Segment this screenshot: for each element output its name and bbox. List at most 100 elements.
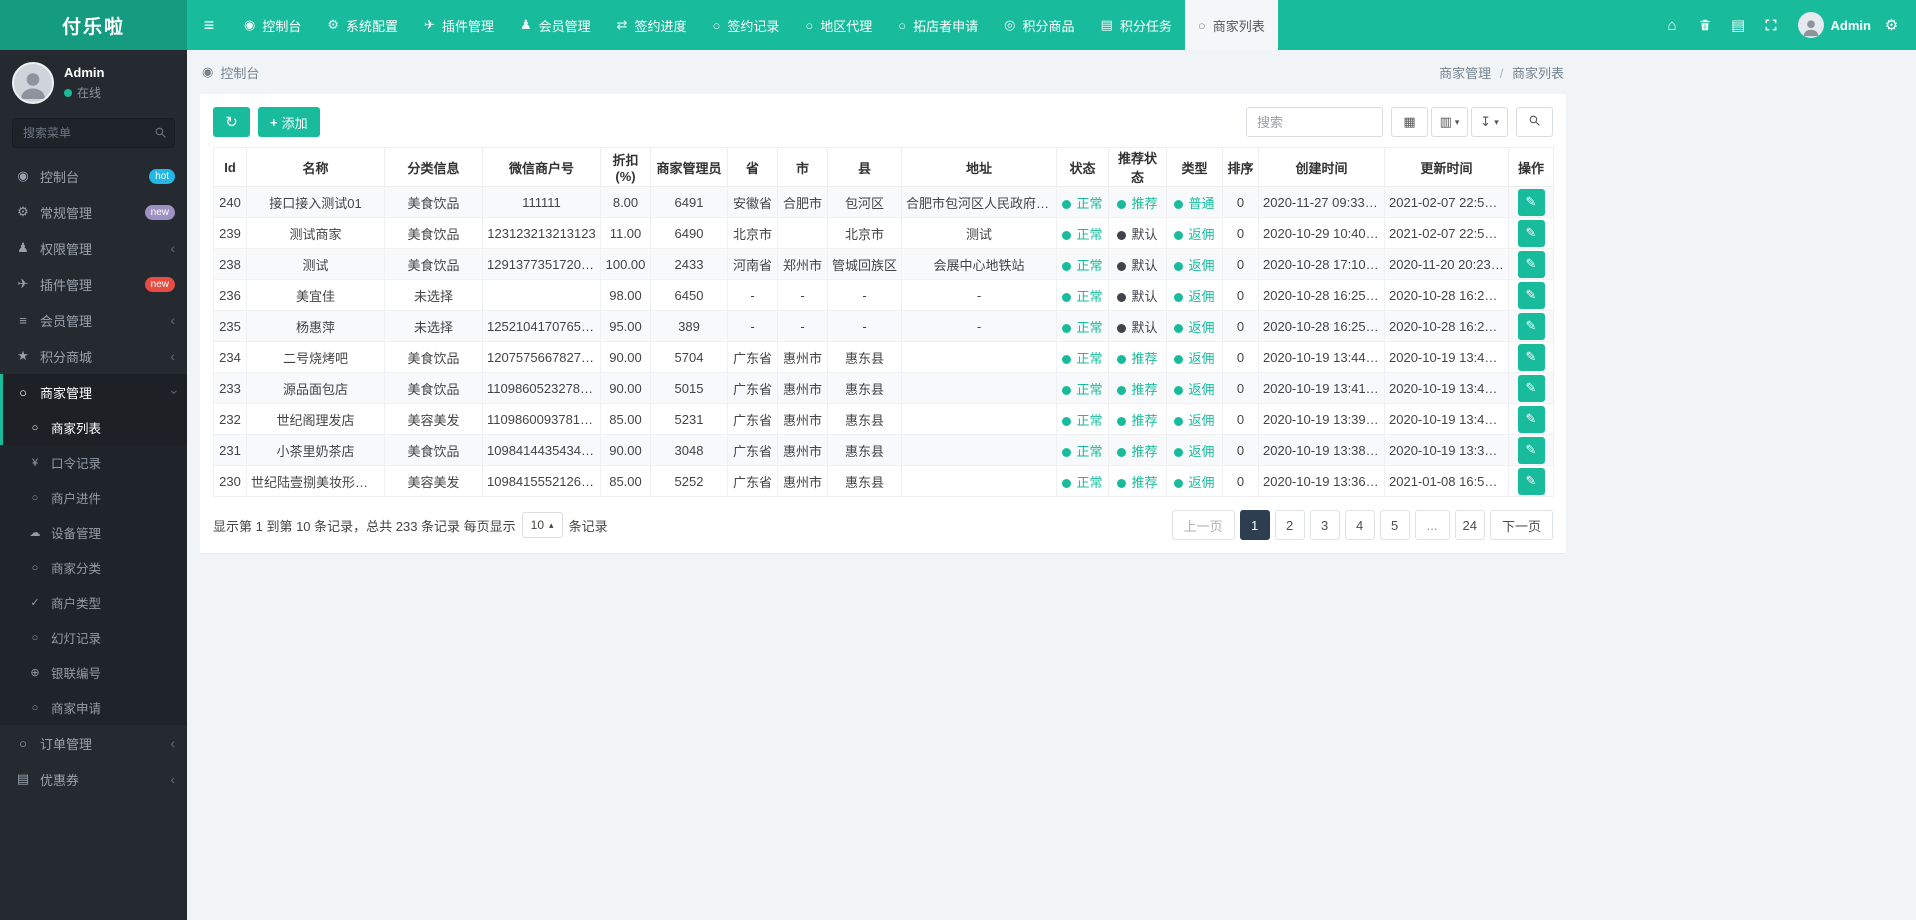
sidebar-item-2[interactable]: ♟ 权限管理 ‹ xyxy=(0,230,187,266)
cell-updated: 2020-11-20 20:23:40 xyxy=(1384,248,1509,280)
export-button[interactable]: ↧ ▾ xyxy=(1471,107,1508,137)
column-header[interactable]: 状态 xyxy=(1056,147,1109,187)
pagination: 上一页 1 2 3 4 5... 24 下一页 xyxy=(1171,510,1553,540)
top-tab-label: 签约进度 xyxy=(634,18,687,34)
page-size-dropdown[interactable]: 10 ▴ xyxy=(521,512,563,538)
docs-button[interactable]: ▤ xyxy=(1722,0,1755,50)
edit-button[interactable]: ✎ xyxy=(1517,188,1545,216)
cell-name: 二号烧烤吧 xyxy=(246,341,385,373)
column-header[interactable]: 分类信息 xyxy=(384,147,483,187)
top-tab-9[interactable]: ▤ 积分任务 xyxy=(1088,0,1185,50)
top-tab-8[interactable]: ◎ 积分商品 xyxy=(991,0,1087,50)
breadcrumb-home[interactable]: 控制台 xyxy=(220,63,259,82)
sidebar-subitem-3[interactable]: ☁ 设备管理 xyxy=(0,515,187,550)
settings-button[interactable]: ⚙ xyxy=(1875,0,1908,50)
top-tab-2[interactable]: ✈ 插件管理 xyxy=(411,0,507,50)
status-dot-icon xyxy=(1117,292,1127,302)
search-toggle-button[interactable] xyxy=(1516,107,1553,137)
top-tab-5[interactable]: ○ 签约记录 xyxy=(700,0,793,50)
status-label: 返佣 xyxy=(1188,257,1215,273)
fullscreen-button[interactable] xyxy=(1755,0,1788,50)
table-search-input[interactable] xyxy=(1246,107,1383,137)
column-header[interactable]: 类型 xyxy=(1166,147,1223,187)
sidebar-item-4[interactable]: ≡ 会员管理 ‹ xyxy=(0,302,187,338)
clear-cache-button[interactable] xyxy=(1689,0,1722,50)
column-header[interactable]: 省 xyxy=(727,147,778,187)
cell-name: 小茶里奶茶店 xyxy=(246,434,385,466)
cell-category: 美食饮品 xyxy=(384,341,483,373)
sidebar-item-3[interactable]: ✈ 插件管理 new xyxy=(0,266,187,302)
top-tab-7[interactable]: ○ 拓店者申请 xyxy=(885,0,991,50)
cell-discount: 90.00 xyxy=(600,434,651,466)
edit-button[interactable]: ✎ xyxy=(1517,467,1545,495)
sidebar-item-1[interactable]: ⚙ 常规管理 new xyxy=(0,194,187,230)
edit-button[interactable]: ✎ xyxy=(1517,343,1545,371)
column-header[interactable]: 操作 xyxy=(1508,147,1554,187)
column-header[interactable]: 排序 xyxy=(1222,147,1259,187)
table-row: 234二号烧烤吧美食饮品12075756678271795390.005704广… xyxy=(213,341,1554,373)
circle-icon: ○ xyxy=(712,17,721,33)
home-button[interactable]: ⌂ xyxy=(1656,0,1689,50)
page-button-1[interactable]: 1 xyxy=(1239,510,1270,540)
sidebar-item-5[interactable]: ★ 积分商城 ‹ xyxy=(0,338,187,374)
edit-button[interactable]: ✎ xyxy=(1517,219,1545,247)
navbar-username[interactable]: Admin xyxy=(1831,18,1871,33)
top-tab-4[interactable]: ⇄ 签约进度 xyxy=(604,0,700,50)
column-header[interactable]: 名称 xyxy=(246,147,385,187)
sidebar-subitem-5[interactable]: ✓ 商户类型 xyxy=(0,585,187,620)
edit-button[interactable]: ✎ xyxy=(1517,436,1545,464)
edit-button[interactable]: ✎ xyxy=(1517,250,1545,278)
edit-button[interactable]: ✎ xyxy=(1517,281,1545,309)
sidebar-subitem-0[interactable]: ○ 商家列表 xyxy=(0,410,187,445)
sidebar-item-6[interactable]: ○ 商家管理 ‹ xyxy=(0,374,187,410)
refresh-button[interactable]: ↻ xyxy=(213,107,250,137)
column-header[interactable]: Id xyxy=(213,147,247,187)
edit-button[interactable]: ✎ xyxy=(1517,374,1545,402)
top-tab-10[interactable]: ○ 商家列表 xyxy=(1184,0,1278,50)
page-prev-button[interactable]: 上一页 xyxy=(1171,510,1235,540)
column-header[interactable]: 微信商户号 xyxy=(482,147,601,187)
column-header[interactable]: 市 xyxy=(777,147,828,187)
column-header[interactable]: 商家管理员 xyxy=(650,147,728,187)
column-header[interactable]: 地址 xyxy=(901,147,1057,187)
sidebar-item-7[interactable]: ○ 订单管理 ‹ xyxy=(0,725,187,761)
sidebar-subitem-6[interactable]: ○ 幻灯记录 xyxy=(0,620,187,655)
page-button-5[interactable]: 5 xyxy=(1379,510,1410,540)
page-button-3[interactable]: 3 xyxy=(1309,510,1340,540)
cell-category: 美食饮品 xyxy=(384,372,483,404)
sidebar-subitem-8[interactable]: ○ 商家申请 xyxy=(0,690,187,725)
status-dot-icon xyxy=(1062,261,1072,271)
column-header[interactable]: 县 xyxy=(827,147,902,187)
sidebar-item-0[interactable]: ◉ 控制台 hot xyxy=(0,158,187,194)
cell-discount: 95.00 xyxy=(600,310,651,342)
add-button[interactable]: + 添加 xyxy=(258,107,320,137)
sidebar-subitem-2[interactable]: ○ 商户进件 xyxy=(0,480,187,515)
sidebar-item-8[interactable]: ▤ 优惠券 ‹ xyxy=(0,761,187,797)
sidebar-subitem-4[interactable]: ○ 商家分类 xyxy=(0,550,187,585)
page-button-4[interactable]: 4 xyxy=(1344,510,1375,540)
status-label: 正常 xyxy=(1076,381,1103,397)
sidebar-subitem-7[interactable]: ⊕ 银联编号 xyxy=(0,655,187,690)
navbar-avatar[interactable] xyxy=(1797,12,1824,38)
page-button-24[interactable]: 24 xyxy=(1454,510,1485,540)
edit-button[interactable]: ✎ xyxy=(1517,312,1545,340)
sidebar-user-panel[interactable]: Admin 在线 xyxy=(0,50,187,112)
top-tab-1[interactable]: ⚙ 系统配置 xyxy=(314,0,411,50)
column-header[interactable]: 更新时间 xyxy=(1384,147,1509,187)
sidebar-toggle-button[interactable]: ≡ xyxy=(187,0,231,50)
top-tab-6[interactable]: ○ 地区代理 xyxy=(792,0,885,50)
top-tab-3[interactable]: ♟ 会员管理 xyxy=(507,0,604,50)
page-button-2[interactable]: 2 xyxy=(1274,510,1305,540)
menu-search-input[interactable] xyxy=(12,118,175,148)
columns-button[interactable]: ▥ ▾ xyxy=(1431,107,1468,137)
sidebar-subitem-1[interactable]: ¥ 口令记录 xyxy=(0,445,187,480)
toggle-view-button[interactable]: ▦ xyxy=(1391,107,1428,137)
column-header[interactable]: 推荐状态 xyxy=(1108,147,1167,187)
page-next-button[interactable]: 下一页 xyxy=(1489,510,1553,540)
edit-button[interactable]: ✎ xyxy=(1517,405,1545,433)
breadcrumb-parent[interactable]: 商家管理 xyxy=(1439,66,1491,81)
brand-logo[interactable]: 付乐啦 xyxy=(0,0,187,50)
column-header[interactable]: 折扣(%) xyxy=(600,147,651,187)
column-header[interactable]: 创建时间 xyxy=(1258,147,1385,187)
top-tab-0[interactable]: ◉ 控制台 xyxy=(231,0,314,50)
